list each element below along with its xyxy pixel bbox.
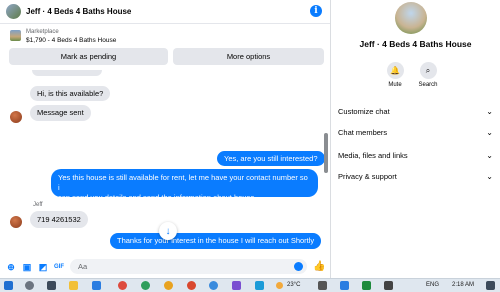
language-indicator[interactable]: ENG	[426, 282, 439, 288]
more-options-button[interactable]: More options	[173, 48, 324, 65]
section-media-files-links[interactable]: Media, files and links ⌄	[338, 147, 493, 163]
mute-button[interactable]: 🔔 Mute	[380, 62, 410, 88]
browser-icon[interactable]	[118, 281, 127, 290]
store-icon[interactable]	[92, 281, 101, 290]
message-text: Yes, are you still interested?	[224, 154, 318, 163]
plus-icon[interactable]: ⊕	[6, 262, 16, 272]
contact-avatar[interactable]	[10, 216, 22, 228]
message-bubble-partial	[32, 70, 102, 76]
notification-icon[interactable]	[486, 281, 495, 290]
message-bubble[interactable]: Thanks for your interest in the house I …	[110, 233, 322, 249]
message-bubble[interactable]: Hi, is this available?	[30, 86, 111, 101]
search-icon[interactable]	[25, 281, 34, 290]
message-bubble[interactable]: Message sent	[30, 105, 91, 121]
chevron-down-icon: ⌄	[486, 127, 493, 137]
temperature[interactable]: 23°C	[287, 282, 300, 288]
marketplace-label: Marketplace	[26, 29, 59, 35]
contact-avatar[interactable]	[6, 4, 21, 19]
task-view-icon[interactable]	[47, 281, 56, 290]
section-privacy-support[interactable]: Privacy & support ⌄	[338, 168, 493, 184]
sender-name: Jeff	[33, 202, 43, 208]
message-text: Thanks for your interest in the house I …	[117, 236, 315, 245]
file-explorer-icon[interactable]	[69, 281, 78, 290]
chrome-icon[interactable]	[164, 281, 173, 290]
contact-avatar[interactable]	[10, 111, 22, 123]
section-label: Media, files and links	[338, 150, 408, 160]
message-text: Hi, is this available?	[37, 89, 104, 98]
mute-label: Mute	[388, 82, 402, 88]
tray-icon[interactable]	[340, 281, 349, 290]
chat-title[interactable]: Jeff · 4 Beds 4 Baths House	[26, 7, 131, 16]
message-placeholder: Aa	[78, 262, 88, 271]
clock[interactable]: 2:18 AM	[452, 282, 474, 288]
info-icon[interactable]: i	[310, 5, 322, 17]
tray-icon[interactable]	[384, 281, 393, 290]
search-icon: ⌕	[419, 62, 437, 79]
marketplace-card: Marketplace $1,790 - 4 Beds 4 Baths Hous…	[8, 27, 325, 68]
chrome-icon[interactable]	[187, 281, 196, 290]
message-text: can send you details and send the inform…	[58, 193, 257, 202]
chat-header: Jeff · 4 Beds 4 Baths House i	[0, 0, 330, 24]
chrome-icon[interactable]	[209, 281, 218, 290]
section-label: Chat members	[338, 127, 388, 137]
emoji-icon[interactable]	[294, 262, 303, 271]
browser-icon[interactable]	[141, 281, 150, 290]
section-customize-chat[interactable]: Customize chat ⌄	[338, 103, 493, 119]
chevron-down-icon: ⌄	[486, 171, 493, 181]
chevron-down-icon: ⌄	[486, 106, 493, 116]
taskbar: 23°C ENG 2:18 AM	[0, 278, 500, 292]
weather-icon[interactable]	[276, 282, 283, 289]
info-title: Jeff · 4 Beds 4 Baths House	[359, 39, 472, 49]
composer: ⊕ ▣ ◩ GIF Aa 👍	[0, 258, 330, 276]
search-label: Search	[418, 82, 438, 88]
message-text: Message sent	[37, 108, 84, 117]
message-bubble[interactable]: Yes, are you still interested?	[217, 151, 325, 166]
message-bubble[interactable]: Yes this house is still available for re…	[51, 169, 318, 202]
image-icon[interactable]: ▣	[22, 262, 32, 272]
app-icon[interactable]	[255, 281, 264, 290]
chat-scrollbar[interactable]	[324, 133, 328, 173]
listing-thumbnail[interactable]	[10, 30, 21, 41]
search-button[interactable]: ⌕ Search	[413, 62, 443, 88]
tray-icon[interactable]	[318, 281, 327, 290]
section-label: Privacy & support	[338, 171, 397, 181]
listing-title[interactable]: $1,790 - 4 Beds 4 Baths House	[26, 37, 116, 44]
message-text: 719 4261532	[37, 215, 81, 224]
gif-icon[interactable]: GIF	[54, 262, 64, 272]
scroll-down-arrow-icon[interactable]: ↓	[159, 222, 177, 240]
sticker-icon[interactable]: ◩	[38, 262, 48, 272]
mark-as-pending-button[interactable]: Mark as pending	[9, 48, 168, 65]
windows-start-icon[interactable]	[4, 281, 13, 290]
chat-panel: Jeff · 4 Beds 4 Baths House i Marketplac…	[0, 0, 331, 278]
section-chat-members[interactable]: Chat members ⌄	[338, 124, 493, 140]
tray-icon[interactable]	[362, 281, 371, 290]
conversation-info-panel: Jeff · 4 Beds 4 Baths House 🔔 Mute ⌕ Sea…	[331, 0, 500, 278]
thumbs-up-icon[interactable]: 👍	[313, 261, 325, 272]
message-input[interactable]: Aa	[70, 259, 307, 274]
message-bubble[interactable]: 719 4261532	[30, 211, 88, 228]
bell-icon: 🔔	[386, 62, 404, 79]
app-icon[interactable]	[232, 281, 241, 290]
message-text: Yes this house is still available for re…	[58, 173, 308, 192]
chevron-down-icon: ⌄	[486, 150, 493, 160]
section-label: Customize chat	[338, 106, 390, 116]
listing-photo[interactable]	[395, 2, 427, 34]
